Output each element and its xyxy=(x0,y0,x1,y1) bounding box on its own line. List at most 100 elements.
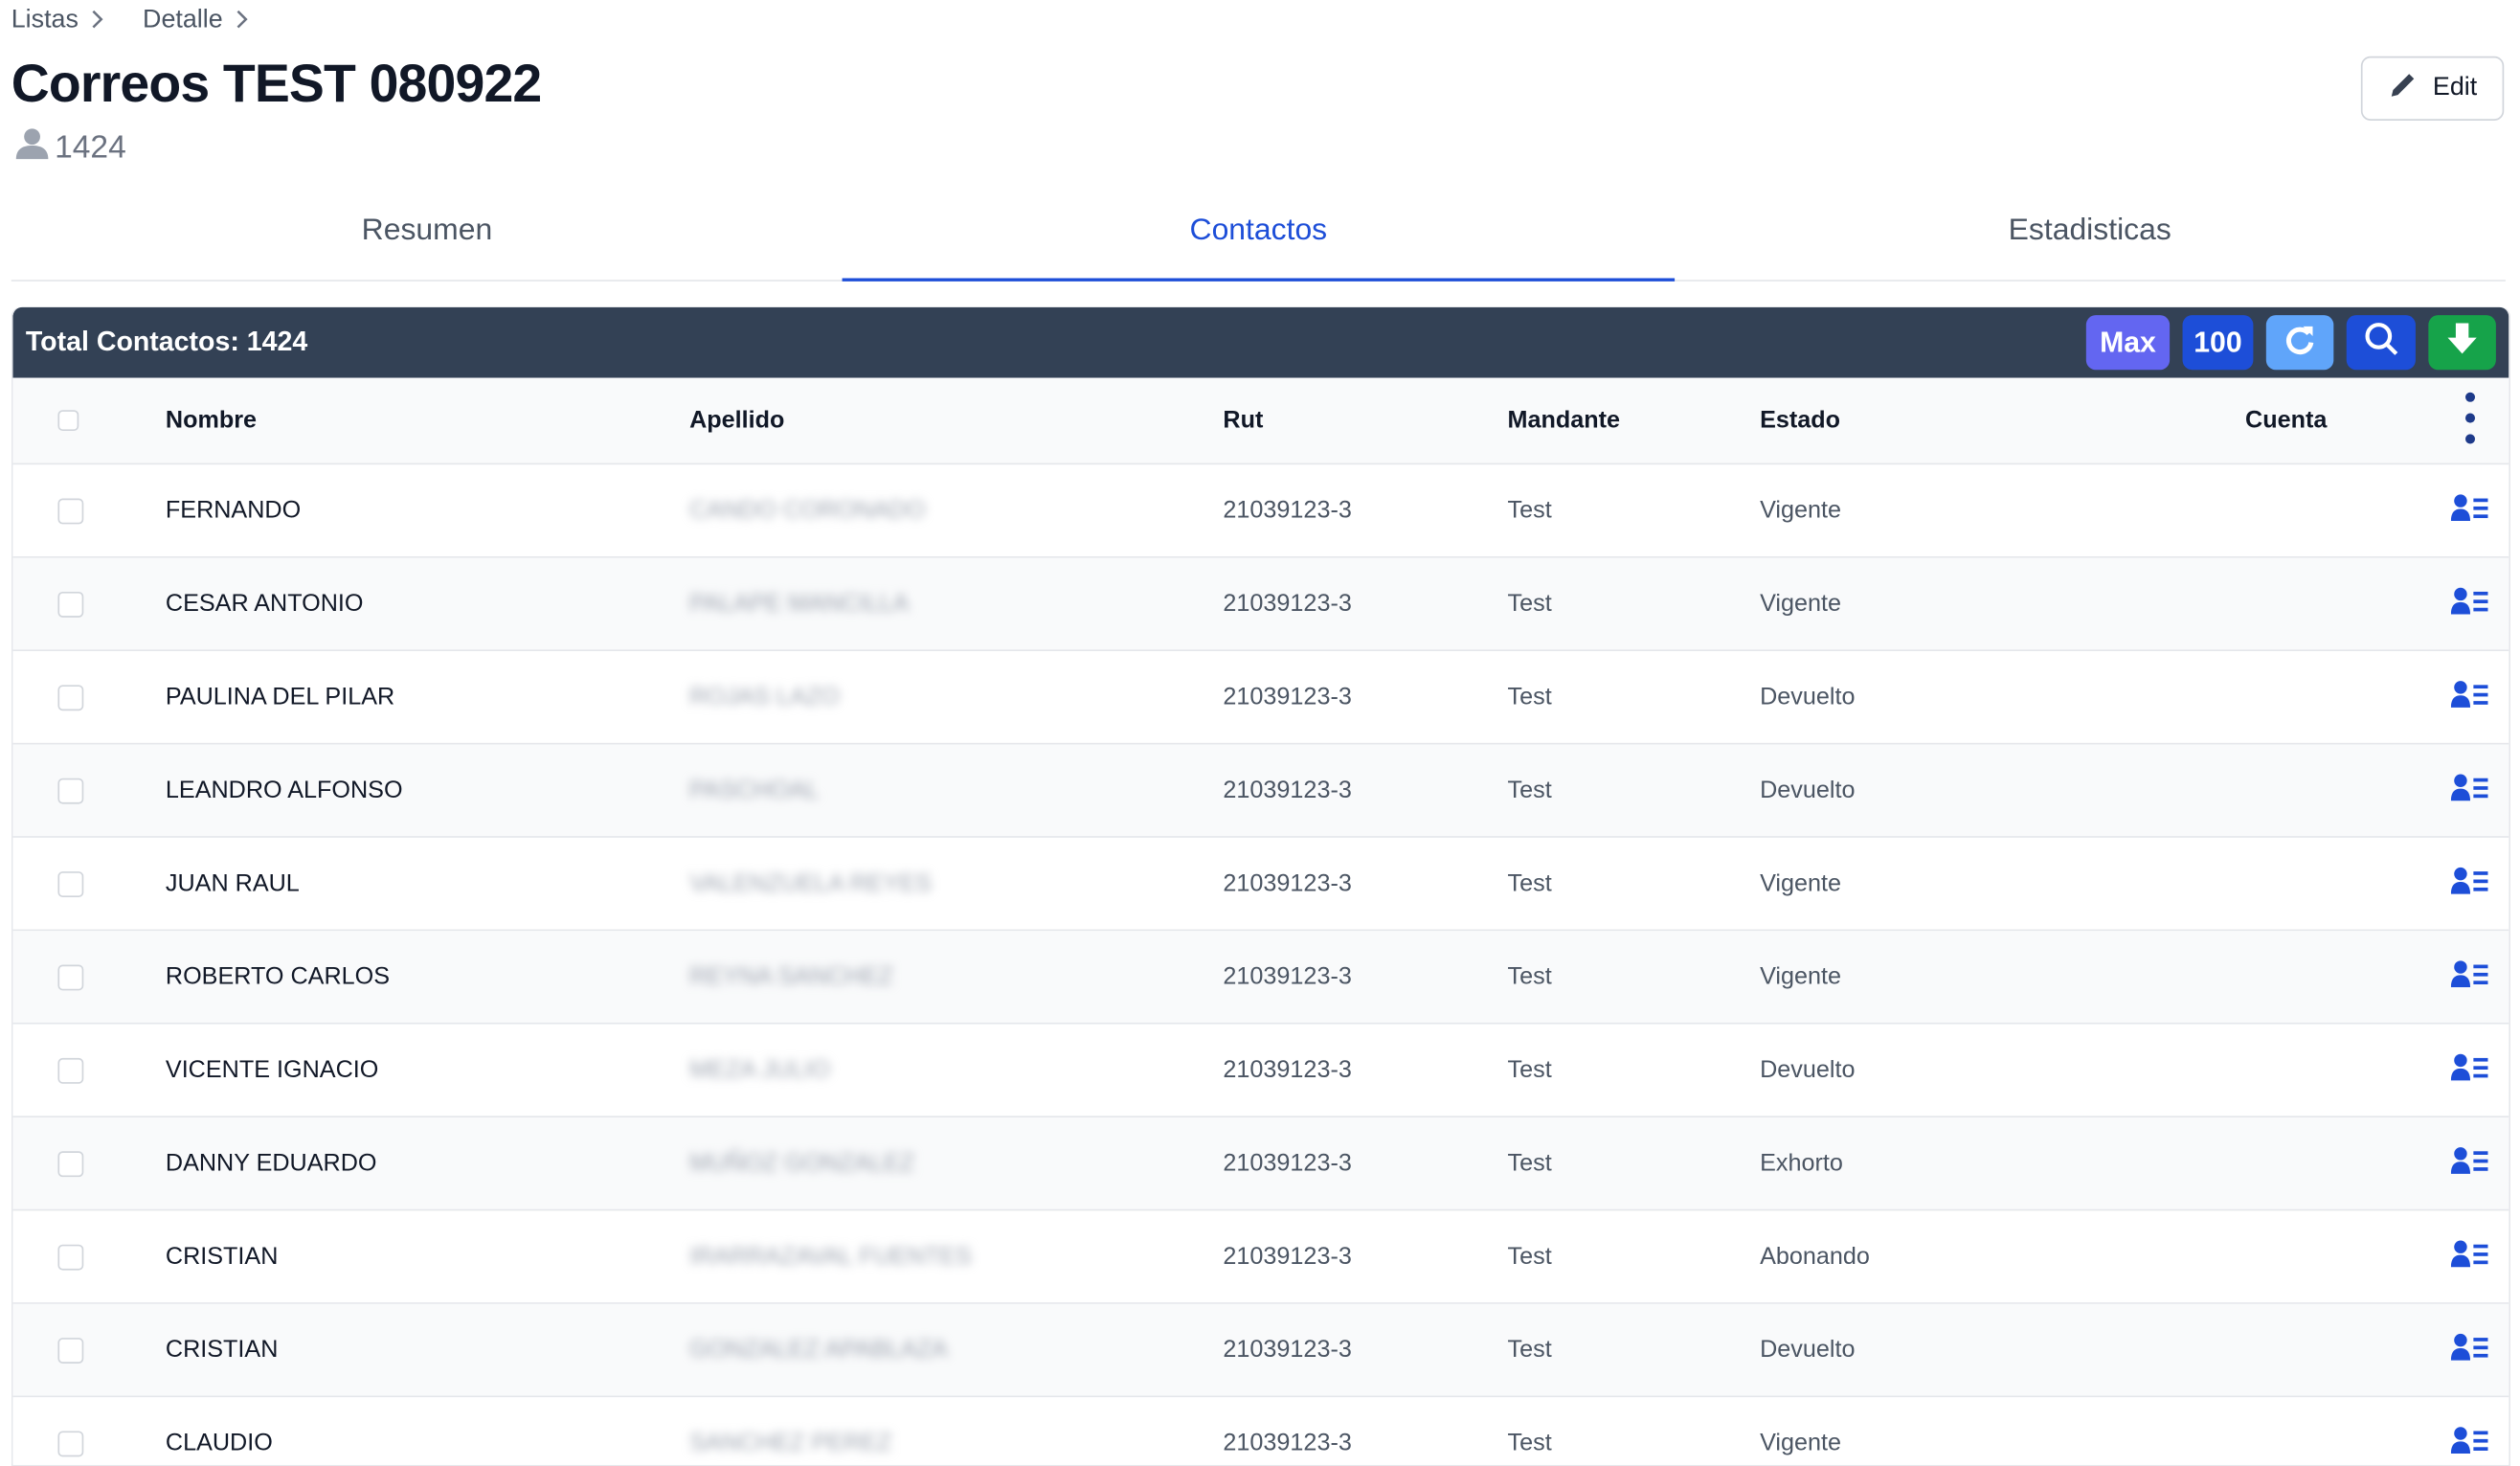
table-row[interactable]: CRISTIAN IRARRAZAVAL FUENTES 21039123-3 Tes… xyxy=(12,1210,2509,1304)
breadcrumb-label[interactable]: Detalle xyxy=(143,7,223,35)
tab-contactos[interactable]: Contactos xyxy=(843,183,1676,282)
cell-estado: Devuelto xyxy=(1760,1056,1856,1084)
user-list-icon xyxy=(2450,1239,2489,1274)
column-menu-button[interactable] xyxy=(2438,390,2502,451)
cell-estado: Devuelto xyxy=(1760,683,1856,711)
select-all-checkbox[interactable] xyxy=(57,410,79,432)
cell-apellido: MUÑOZ GONZALEZ xyxy=(689,1149,915,1178)
pencil-icon xyxy=(2388,70,2433,107)
row-checkbox[interactable] xyxy=(57,684,84,710)
cell-mandante: Test xyxy=(1507,590,1552,618)
download-arrow-icon xyxy=(2446,321,2479,364)
column-header-apellido[interactable]: Apellido xyxy=(689,407,1223,435)
column-header-estado[interactable]: Estado xyxy=(1760,407,2245,435)
table-row[interactable]: LEANDRO ALFONSO PASCHOAL 21039123-3 Test Dev… xyxy=(12,744,2509,838)
cell-apellido: GONZALEZ APABLAZA xyxy=(689,1336,948,1364)
cell-apellido: VALENZUELA REYES xyxy=(689,869,932,897)
breadcrumb-item-listas[interactable]: Listas xyxy=(11,7,104,35)
user-icon xyxy=(14,127,55,169)
cell-rut: 21039123-3 xyxy=(1223,1429,1352,1457)
chevron-right-icon xyxy=(90,8,104,34)
toolbar-tools: Max 100 xyxy=(2073,315,2496,371)
row-checkbox[interactable] xyxy=(57,777,84,803)
cell-nombre: CRISTIAN xyxy=(165,1243,279,1271)
max-button[interactable]: Max xyxy=(2085,315,2171,371)
table-row[interactable]: DANNY EDUARDO MUÑOZ GONZALEZ 21039123-3 Tes… xyxy=(12,1117,2509,1211)
cell-rut: 21039123-3 xyxy=(1223,1336,1352,1364)
cell-nombre: DANNY EDUARDO xyxy=(165,1149,377,1178)
edit-button[interactable]: Edit xyxy=(2360,56,2505,121)
row-checkbox[interactable] xyxy=(57,1430,84,1456)
table-body: FERNANDO CANDO CORONADO 21039123-3 Test Vige… xyxy=(12,464,2509,1465)
contact-detail-button[interactable] xyxy=(2438,1052,2502,1088)
contact-count: 1424 xyxy=(14,127,126,169)
cell-nombre: LEANDRO ALFONSO xyxy=(165,777,403,804)
tab-resumen[interactable]: Resumen xyxy=(11,183,843,280)
table-row[interactable]: CLAUDIO SANCHEZ PEREZ 21039123-3 Test Vigent… xyxy=(12,1397,2509,1465)
cell-nombre: FERNANDO xyxy=(165,496,302,525)
row-checkbox[interactable] xyxy=(57,1150,84,1177)
contact-count-value: 1424 xyxy=(55,129,126,166)
cell-estado: Vigente xyxy=(1760,869,1842,897)
breadcrumb: Listas Detalle xyxy=(11,7,287,35)
user-list-icon xyxy=(2450,1145,2489,1181)
row-checkbox[interactable] xyxy=(57,870,84,897)
cell-mandante: Test xyxy=(1507,1056,1552,1084)
user-list-icon xyxy=(2450,1052,2489,1088)
table-row[interactable]: PAULINA DEL PILAR ROJAS LAZO 21039123-3 Tes… xyxy=(12,651,2509,745)
contact-detail-button[interactable] xyxy=(2438,586,2502,621)
row-checkbox[interactable] xyxy=(57,497,84,524)
contact-detail-button[interactable] xyxy=(2438,1426,2502,1461)
cell-mandante: Test xyxy=(1507,496,1552,525)
cell-nombre: CRISTIAN xyxy=(165,1336,279,1364)
contact-detail-button[interactable] xyxy=(2438,1239,2502,1274)
row-checkbox[interactable] xyxy=(57,1243,84,1270)
search-icon xyxy=(2363,321,2398,364)
cell-estado: Vigente xyxy=(1760,1429,1842,1457)
download-button[interactable] xyxy=(2428,315,2496,371)
refresh-button[interactable] xyxy=(2265,315,2334,371)
contact-detail-button[interactable] xyxy=(2438,866,2502,901)
column-header-rut[interactable]: Rut xyxy=(1223,407,1507,435)
column-header-cuenta[interactable]: Cuenta xyxy=(2245,407,2438,435)
cell-rut: 21039123-3 xyxy=(1223,962,1352,991)
table-row[interactable]: FERNANDO CANDO CORONADO 21039123-3 Test Vige… xyxy=(12,464,2509,558)
table-row[interactable]: ROBERTO CARLOS REYNA SANCHEZ 21039123-3 Tes… xyxy=(12,931,2509,1025)
column-header-mandante[interactable]: Mandante xyxy=(1508,407,1761,435)
row-checkbox[interactable] xyxy=(57,591,84,617)
page-title: Correos TEST 080922 xyxy=(11,53,543,113)
contact-detail-button[interactable] xyxy=(2438,773,2502,808)
search-button[interactable] xyxy=(2346,315,2416,371)
cell-rut: 21039123-3 xyxy=(1223,869,1352,897)
contact-detail-button[interactable] xyxy=(2438,1332,2502,1367)
cell-estado: Vigente xyxy=(1760,590,1842,618)
contact-detail-button[interactable] xyxy=(2438,679,2502,714)
page-size-100-button[interactable]: 100 xyxy=(2182,315,2254,371)
cell-apellido: CANDO CORONADO xyxy=(689,496,926,525)
table-row[interactable]: CESAR ANTONIO PALAPE MANCILLA 21039123-3 Te… xyxy=(12,557,2509,652)
table-row[interactable]: CRISTIAN GONZALEZ APABLAZA 21039123-3 Test D… xyxy=(12,1303,2509,1398)
row-checkbox[interactable] xyxy=(57,1057,84,1083)
contact-detail-button[interactable] xyxy=(2438,493,2502,529)
cell-rut: 21039123-3 xyxy=(1223,683,1352,711)
contact-detail-button[interactable] xyxy=(2438,959,2502,995)
breadcrumb-label[interactable]: Listas xyxy=(11,7,79,35)
user-list-icon xyxy=(2450,866,2489,901)
table-row[interactable]: JUAN RAUL VALENZUELA REYES 21039123-3 Test V… xyxy=(12,837,2509,932)
user-list-icon xyxy=(2450,773,2489,808)
row-checkbox[interactable] xyxy=(57,963,84,990)
cell-estado: Exhorto xyxy=(1760,1149,1843,1178)
tab-estadisticas[interactable]: Estadisticas xyxy=(1675,183,2506,280)
cell-nombre: VICENTE IGNACIO xyxy=(165,1056,379,1084)
cell-nombre: CESAR ANTONIO xyxy=(165,590,364,618)
contact-detail-button[interactable] xyxy=(2438,1145,2502,1181)
column-header-nombre[interactable]: Nombre xyxy=(166,407,689,435)
breadcrumb-item-detalle[interactable]: Detalle xyxy=(143,7,248,35)
cell-rut: 21039123-3 xyxy=(1223,777,1352,804)
table-header: Nombre Apellido Rut Mandante Estado Cuen… xyxy=(12,377,2509,465)
table-row[interactable]: VICENTE IGNACIO MEZA JULIO 21039123-3 Test D… xyxy=(12,1024,2509,1118)
cell-rut: 21039123-3 xyxy=(1223,1243,1352,1271)
row-checkbox[interactable] xyxy=(57,1337,84,1364)
cell-estado: Devuelto xyxy=(1760,1336,1856,1364)
edit-button-label[interactable]: Edit xyxy=(2433,74,2477,102)
